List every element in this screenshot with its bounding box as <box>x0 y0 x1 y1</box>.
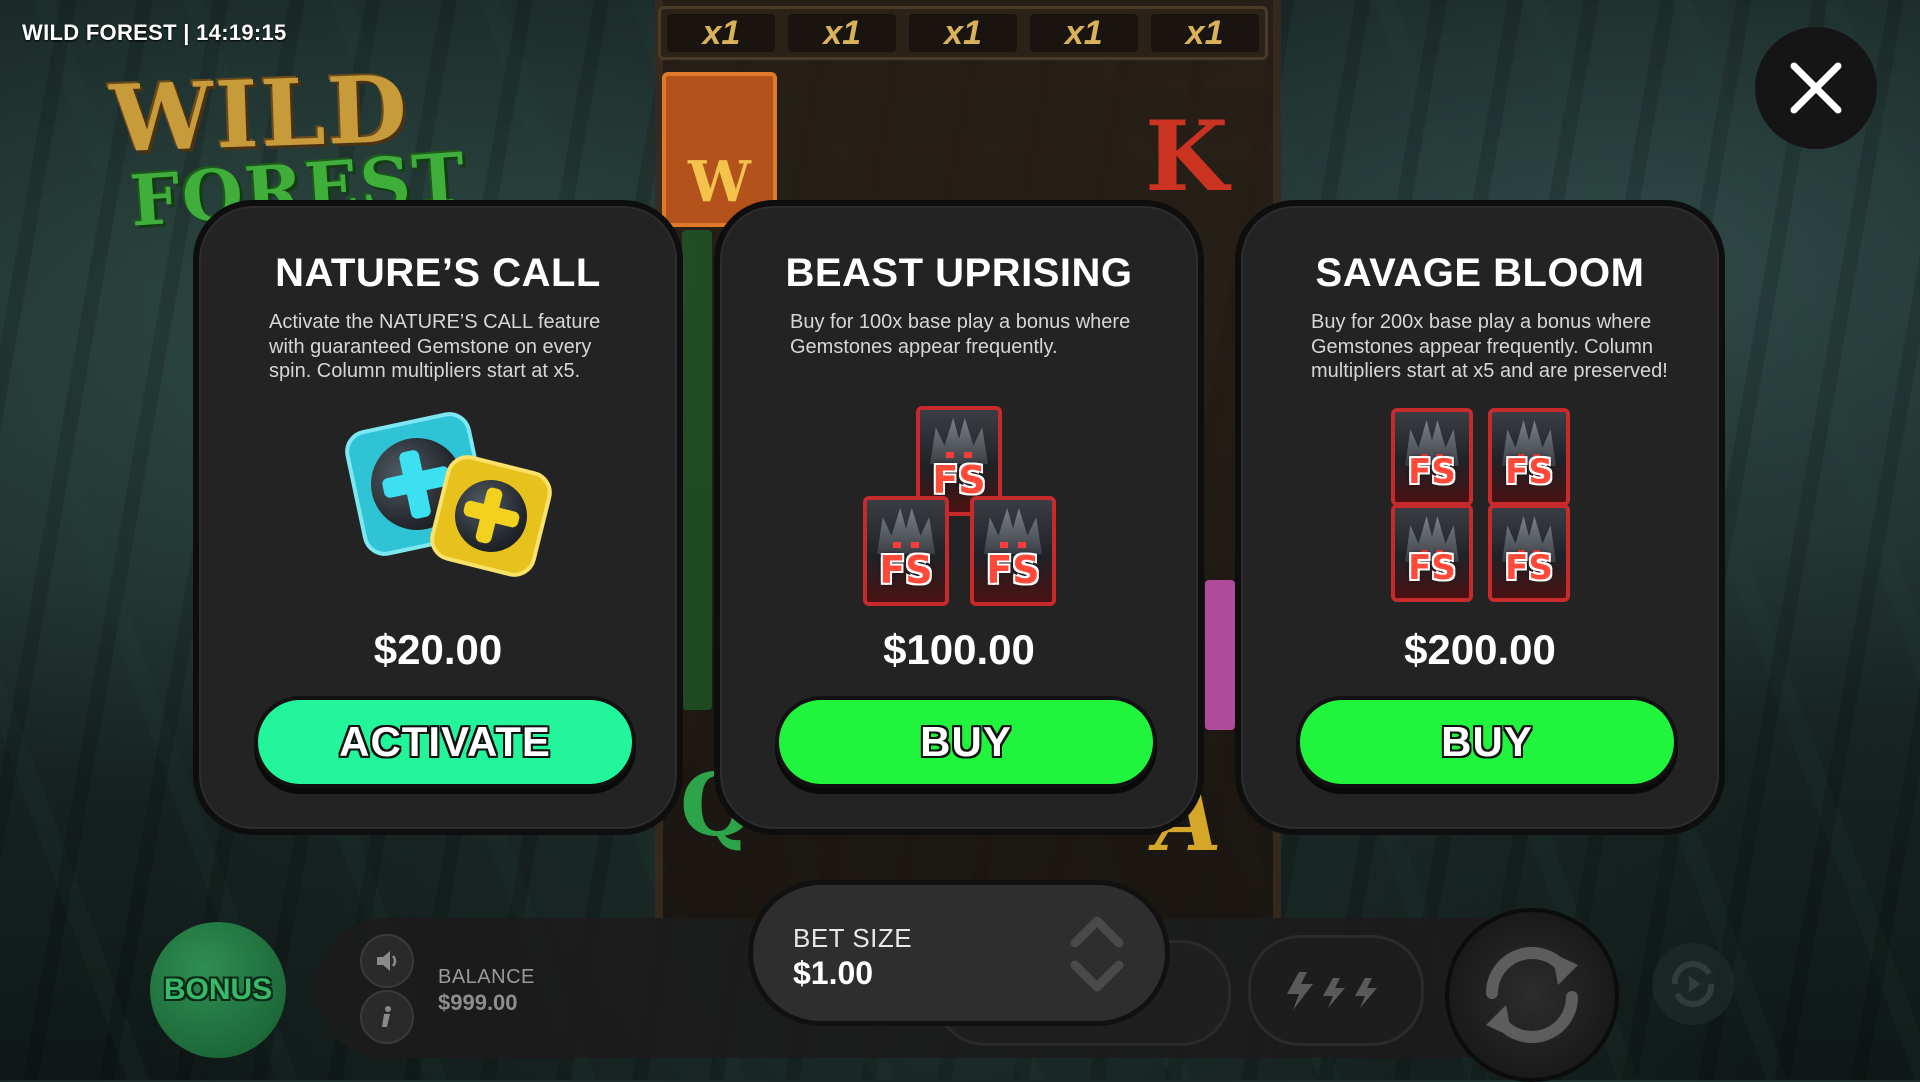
card-title: BEAST UPRISING <box>785 251 1133 295</box>
fs-scatter-icon: FS <box>1488 504 1570 602</box>
buy-button[interactable]: BUY <box>775 696 1157 788</box>
spin-button[interactable] <box>1445 908 1619 1082</box>
autoplay-button[interactable] <box>1652 943 1734 1025</box>
fs-label: FS <box>1505 452 1553 492</box>
activate-button[interactable]: ACTIVATE <box>254 696 636 788</box>
bet-size-value: $1.00 <box>793 955 874 991</box>
gemstone-art <box>199 406 677 616</box>
info-icon <box>382 1006 391 1027</box>
sound-button[interactable] <box>360 934 414 988</box>
bet-size-stepper[interactable] <box>1067 909 1127 999</box>
fs-label: FS <box>1408 452 1456 492</box>
info-button[interactable] <box>360 990 414 1044</box>
fs-label: FS <box>1505 548 1553 588</box>
fs-label: FS <box>986 548 1040 592</box>
fs-label: FS <box>879 548 933 592</box>
balance-label: BALANCE <box>438 966 535 988</box>
free-spins-art: FS FS FS <box>720 406 1198 616</box>
free-spins-art: FS FS FS FS <box>1241 406 1719 616</box>
card-price: $100.00 <box>883 626 1035 673</box>
fs-scatter-icon: FS <box>863 496 949 606</box>
card-description: Activate the NATURE’S CALL feature with … <box>269 311 601 382</box>
column-multiplier-bar: x1 x1 x1 x1 x1 <box>658 6 1268 60</box>
spin-icon <box>1486 947 1578 1043</box>
reel-symbol-strip <box>682 230 712 710</box>
close-button[interactable] <box>1755 27 1877 149</box>
fs-scatter-icon: FS <box>970 496 1056 606</box>
feature-card-beast-uprising: BEAST UPRISING Buy for 100x base play a … <box>714 200 1204 835</box>
column-multiplier: x1 <box>1029 14 1138 52</box>
card-title: SAVAGE BLOOM <box>1315 251 1645 295</box>
game-title-clock: WILD FOREST | 14:19:15 <box>22 20 287 45</box>
feature-card-savage-bloom: SAVAGE BLOOM Buy for 200x base play a bo… <box>1235 200 1725 835</box>
column-multiplier: x1 <box>1150 14 1259 52</box>
card-price: $20.00 <box>373 626 503 673</box>
fs-label: FS <box>1408 548 1456 588</box>
sound-icon <box>377 951 397 971</box>
bet-size-label: BET SIZE <box>793 923 913 953</box>
card-price: $200.00 <box>1404 626 1556 673</box>
card-description: Buy for 100x base play a bonus where Gem… <box>790 311 1131 358</box>
balance-value: $999.00 <box>438 990 518 1015</box>
close-icon <box>1790 62 1842 114</box>
feature-card-natures-call: NATURE’S CALL Activate the NATURE’S CALL… <box>193 200 683 835</box>
bet-arrows-icon <box>1070 916 1124 992</box>
card-title: NATURE’S CALL <box>275 251 601 295</box>
buy-button[interactable]: BUY <box>1296 696 1678 788</box>
autoplay-icon <box>1671 961 1715 1007</box>
bet-size-panel: BET SIZE $1.00 <box>748 880 1170 1026</box>
fs-scatter-icon: FS <box>1488 408 1570 506</box>
fs-scatter-icon: FS <box>1391 504 1473 602</box>
column-multiplier: x1 <box>667 14 776 52</box>
bonus-button[interactable]: BONUS <box>150 922 286 1058</box>
reel-symbol-strip <box>1205 580 1235 730</box>
turbo-icon <box>1287 971 1377 1010</box>
column-multiplier: x1 <box>788 14 897 52</box>
turbo-button[interactable] <box>1248 935 1424 1046</box>
column-multiplier: x1 <box>908 14 1017 52</box>
card-description: Buy for 200x base play a bonus where Gem… <box>1311 311 1668 382</box>
fs-scatter-icon: FS <box>1391 408 1473 506</box>
